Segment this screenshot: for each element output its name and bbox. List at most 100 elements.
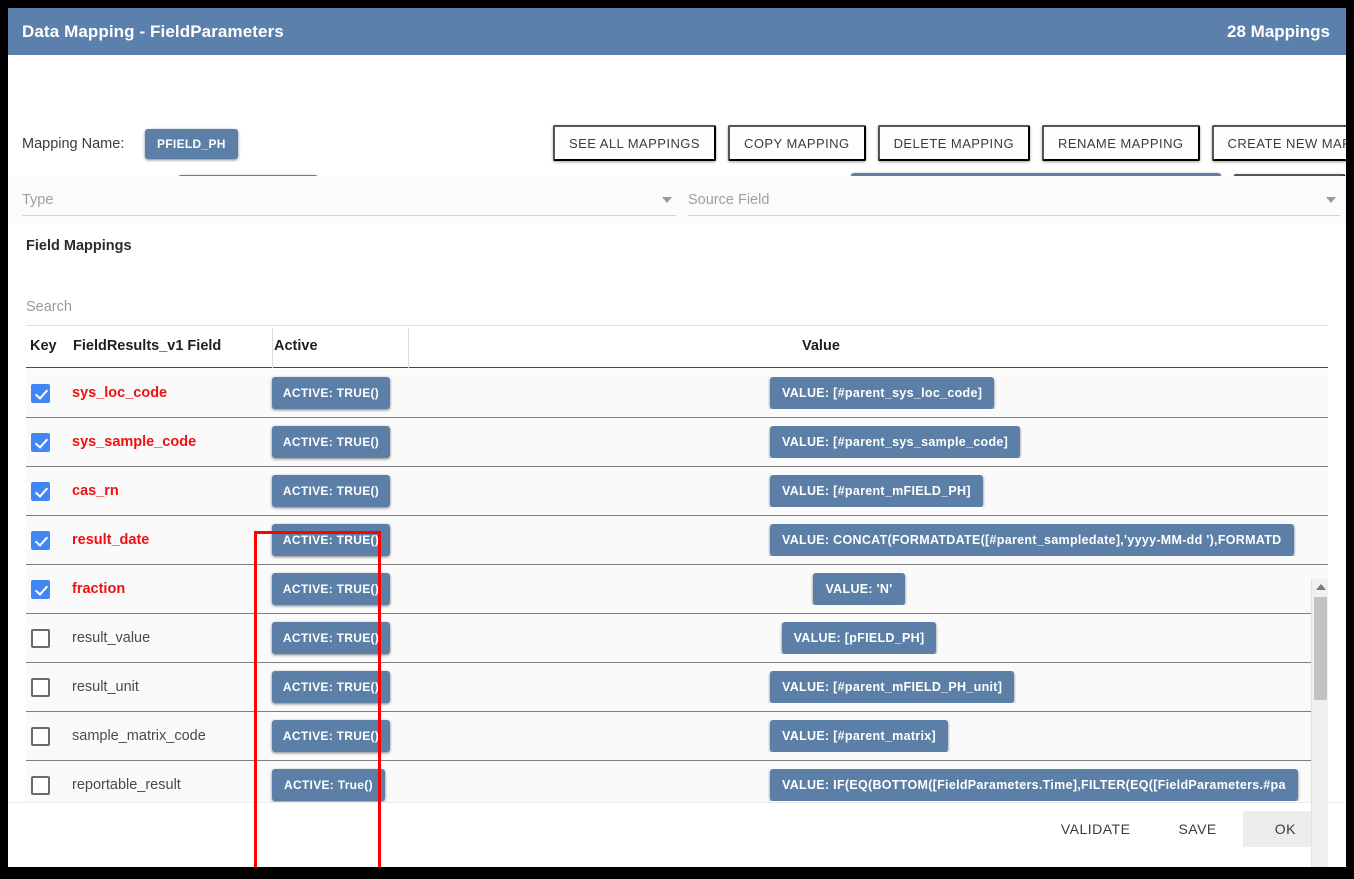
column-divider [408,328,409,368]
active-cell: ACTIVE: TRUE() [262,377,390,409]
rename-mapping-button[interactable]: RENAME MAPPING [1042,125,1199,161]
value-cell: VALUE: [#parent_mFIELD_PH_unit] [390,671,1328,703]
search-input[interactable]: Search [26,298,1328,326]
active-cell: ACTIVE: TRUE() [262,671,390,703]
value-expression-chip[interactable]: VALUE: 'N' [813,573,904,605]
table-row[interactable]: fraction ACTIVE: TRUE() VALUE: 'N' [26,565,1328,614]
key-cell [26,727,72,746]
value-expression-chip[interactable]: VALUE: [#parent_mFIELD_PH] [770,475,983,507]
table-row[interactable]: sample_matrix_code ACTIVE: TRUE() VALUE: [… [26,712,1328,761]
key-cell [26,531,72,550]
table-vertical-scrollbar[interactable] [1311,579,1328,867]
value-cell: VALUE: [#parent_matrix] [390,720,1328,752]
value-expression-chip[interactable]: VALUE: [#parent_mFIELD_PH_unit] [770,671,1014,703]
column-header-active: Active [274,338,318,354]
active-cell: ACTIVE: TRUE() [262,475,390,507]
field-name-cell: sys_loc_code [72,385,262,401]
table-header: Key FieldResults_v1 Field Active Value [26,328,1328,368]
key-cell [26,678,72,697]
field-mappings-table[interactable]: sys_loc_code ACTIVE: TRUE() VALUE: [#paren… [26,369,1328,813]
page-title: Data Mapping - FieldParameters [22,22,284,42]
key-checkbox[interactable] [31,433,50,452]
mapping-name-label: Mapping Name: [22,136,124,152]
value-expression-chip[interactable]: VALUE: [#parent_matrix] [770,720,948,752]
chevron-down-icon [662,197,672,203]
key-checkbox[interactable] [31,776,50,795]
dialog-title-bar: Data Mapping - FieldParameters 28 Mappin… [8,8,1346,55]
mapping-name-chip[interactable]: PFIELD_PH [145,129,238,159]
key-checkbox[interactable] [31,531,50,550]
value-cell: VALUE: [#parent_mFIELD_PH] [390,475,1328,507]
key-cell [26,482,72,501]
type-select-placeholder: Type [22,192,662,208]
column-divider [272,328,273,368]
active-expression-chip[interactable]: ACTIVE: TRUE() [272,671,390,703]
value-expression-chip[interactable]: VALUE: IF(EQ(BOTTOM([FieldParameters.Tim… [770,769,1298,801]
key-checkbox[interactable] [31,678,50,697]
dialog-window: Data Mapping - FieldParameters 28 Mappin… [8,8,1346,867]
field-mappings-panel: Field Mappings Search Key FieldResults_v… [8,224,1346,814]
value-expression-chip[interactable]: VALUE: [#parent_sys_sample_code] [770,426,1020,458]
value-cell: VALUE: [pFIELD_PH] [390,622,1328,654]
create-new-mapping-button[interactable]: CREATE NEW MAPPING [1212,125,1347,161]
table-row[interactable]: sys_sample_code ACTIVE: TRUE() VALUE: [#pa… [26,418,1328,467]
table-row[interactable]: sys_loc_code ACTIVE: TRUE() VALUE: [#paren… [26,369,1328,418]
source-field-select[interactable]: Source Field [688,184,1340,216]
field-name-cell: fraction [72,581,262,597]
key-cell [26,384,72,403]
value-expression-chip[interactable]: VALUE: CONCAT(FORMATDATE([#parent_sample… [770,524,1294,556]
delete-mapping-button[interactable]: DELETE MAPPING [878,125,1030,161]
active-cell: ACTIVE: True() [262,769,390,801]
active-cell: ACTIVE: TRUE() [262,720,390,752]
table-row[interactable]: cas_rn ACTIVE: TRUE() VALUE: [#parent_mFIE… [26,467,1328,516]
column-header-value: Value [802,338,840,354]
active-cell: ACTIVE: TRUE() [262,573,390,605]
active-expression-chip[interactable]: ACTIVE: TRUE() [272,573,390,605]
key-cell [26,580,72,599]
value-expression-chip[interactable]: VALUE: [#parent_sys_loc_code] [770,377,994,409]
value-cell: VALUE: IF(EQ(BOTTOM([FieldParameters.Tim… [390,769,1328,801]
type-select[interactable]: Type [22,184,676,216]
field-name-cell: reportable_result [72,777,262,793]
scrollbar-thumb[interactable] [1314,597,1327,700]
save-button[interactable]: SAVE [1156,811,1238,847]
active-expression-chip[interactable]: ACTIVE: True() [272,769,385,801]
key-cell [26,776,72,795]
key-checkbox[interactable] [31,580,50,599]
key-checkbox[interactable] [31,384,50,403]
value-cell: VALUE: [#parent_sys_sample_code] [390,426,1328,458]
field-mappings-title: Field Mappings [26,238,132,254]
see-all-mappings-button[interactable]: SEE ALL MAPPINGS [553,125,716,161]
field-name-cell: sys_sample_code [72,434,262,450]
active-cell: ACTIVE: TRUE() [262,524,390,556]
active-expression-chip[interactable]: ACTIVE: TRUE() [272,426,390,458]
copy-mapping-button[interactable]: COPY MAPPING [728,125,866,161]
chevron-down-icon [1326,197,1336,203]
table-row[interactable]: result_unit ACTIVE: TRUE() VALUE: [#parent… [26,663,1328,712]
mapping-count-label: 28 Mappings [1227,22,1330,42]
active-cell: ACTIVE: TRUE() [262,622,390,654]
active-expression-chip[interactable]: ACTIVE: TRUE() [272,720,390,752]
validate-button[interactable]: VALIDATE [1039,811,1153,847]
table-row[interactable]: result_value ACTIVE: TRUE() VALUE: [pFIELD… [26,614,1328,663]
key-checkbox[interactable] [31,629,50,648]
field-name-cell: cas_rn [72,483,262,499]
key-checkbox[interactable] [31,727,50,746]
triangle-up-icon[interactable] [1312,579,1329,595]
active-expression-chip[interactable]: ACTIVE: TRUE() [272,377,390,409]
field-name-cell: result_value [72,630,262,646]
field-name-cell: sample_matrix_code [72,728,262,744]
value-cell: VALUE: CONCAT(FORMATDATE([#parent_sample… [390,524,1328,556]
active-cell: ACTIVE: TRUE() [262,426,390,458]
mapping-actions-group: SEE ALL MAPPINGS COPY MAPPING DELETE MAP… [553,125,1346,161]
active-expression-chip[interactable]: ACTIVE: TRUE() [272,524,390,556]
search-placeholder: Search [26,299,72,315]
value-cell: VALUE: [#parent_sys_loc_code] [390,377,1328,409]
active-expression-chip[interactable]: ACTIVE: TRUE() [272,475,390,507]
source-field-select-placeholder: Source Field [688,192,1326,208]
table-row[interactable]: result_dateACTIVE: TRUE()VALUE: CONCAT(F… [26,516,1328,565]
active-expression-chip[interactable]: ACTIVE: TRUE() [272,622,390,654]
value-expression-chip[interactable]: VALUE: [pFIELD_PH] [782,622,937,654]
field-name-cell: result_unit [72,679,262,695]
key-checkbox[interactable] [31,482,50,501]
